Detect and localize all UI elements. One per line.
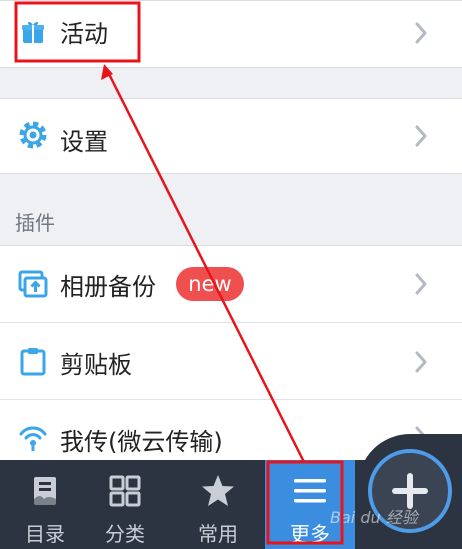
menu-item-activity[interactable]: 活动: [0, 0, 462, 66]
plugin-item-clipboard[interactable]: 剪贴板: [0, 323, 462, 400]
plugin-item-photo-backup-label: 相册备份: [60, 273, 156, 301]
chevron-right-icon: [408, 123, 434, 149]
gear-icon: [18, 120, 48, 150]
clipboard-icon: [18, 346, 48, 376]
gift-icon: [18, 17, 48, 47]
menu-item-settings[interactable]: 设置: [0, 98, 462, 172]
grid-icon: [107, 473, 143, 509]
new-badge: new: [176, 267, 244, 301]
tab-category-label: 分类: [105, 522, 145, 546]
tab-favorites[interactable]: 常用: [173, 460, 263, 549]
watermark: Bai du 经验: [330, 508, 418, 527]
tab-favorites-label: 常用: [198, 522, 238, 546]
menu-item-activity-label: 活动: [60, 20, 108, 48]
section-title-plugins: 插件: [15, 211, 55, 235]
directory-icon: [27, 473, 63, 509]
menu-item-settings-label: 设置: [60, 128, 108, 156]
chevron-right-icon: [408, 349, 434, 375]
plugin-item-clipboard-label: 剪贴板: [60, 351, 132, 379]
star-icon: [200, 473, 236, 509]
plugin-item-wifi-transfer-label: 我传(微云传输): [60, 428, 223, 456]
photo-backup-icon: [18, 269, 48, 299]
chevron-right-icon: [408, 20, 434, 46]
tab-directory[interactable]: 目录: [0, 460, 90, 549]
tab-directory-label: 目录: [25, 522, 65, 546]
chevron-right-icon: [408, 271, 434, 297]
tab-category[interactable]: 分类: [80, 460, 170, 549]
wifi-transfer-icon: [18, 422, 48, 452]
menu-icon: [292, 473, 328, 509]
